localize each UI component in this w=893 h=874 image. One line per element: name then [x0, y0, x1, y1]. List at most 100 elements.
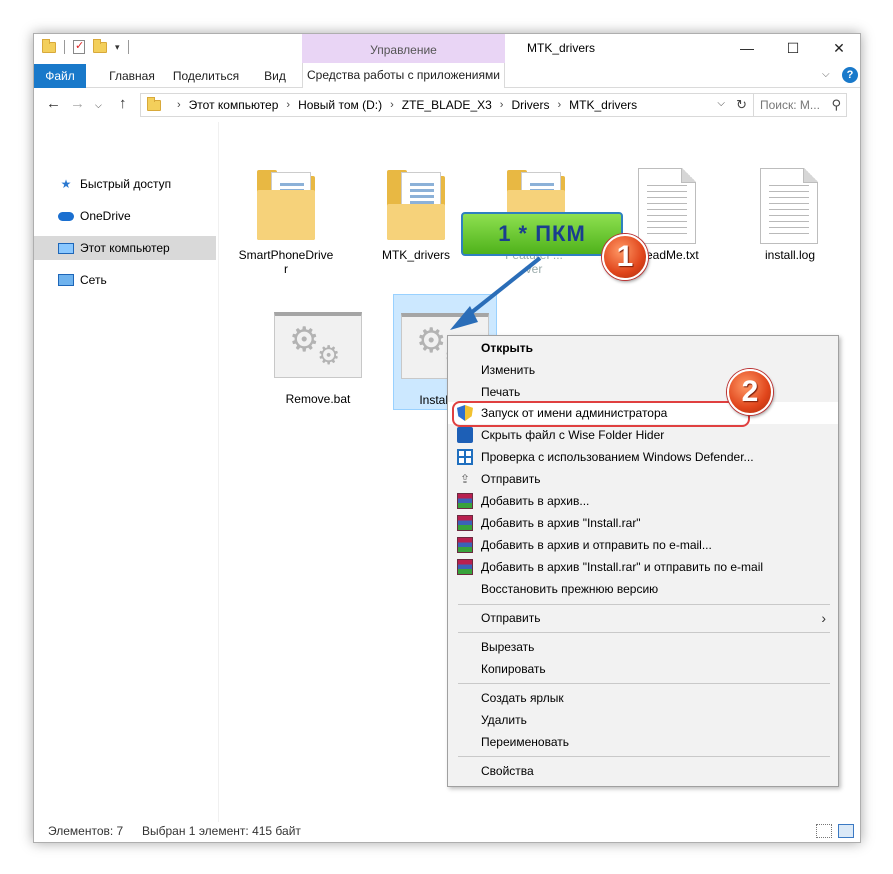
chevron-right-icon[interactable]: › [390, 99, 394, 111]
file-name: Remove.bat [285, 392, 351, 406]
file-item-folder[interactable]: MTK_drivers [368, 136, 464, 262]
up-arrow-icon[interactable]: ↑ [119, 95, 127, 112]
menu-item-restore-previous[interactable]: Восстановить прежнюю версию [448, 578, 838, 600]
file-name: MTK_drivers [381, 248, 450, 262]
menu-item-add-to-install-rar[interactable]: Добавить в архив "Install.rar" [448, 512, 838, 534]
chevron-right-icon[interactable]: › [557, 99, 561, 111]
breadcrumb-zte-blade[interactable]: ZTE_BLADE_X3 [402, 98, 492, 112]
folder-icon [257, 170, 315, 240]
menu-item-edit[interactable]: Изменить [448, 359, 838, 381]
menu-separator [458, 683, 830, 684]
log-document-icon [760, 168, 818, 244]
ribbon-tabs: Файл Главная Поделиться Вид Средства раб… [34, 63, 860, 88]
tab-share[interactable]: Поделиться [168, 64, 244, 88]
folder-icon[interactable] [42, 38, 56, 53]
menu-item-delete[interactable]: Удалить [448, 709, 838, 731]
search-box[interactable]: Поиск: M... ⚲ [753, 93, 847, 117]
menu-item-archive-and-email[interactable]: Добавить в архив и отправить по e-mail..… [448, 534, 838, 556]
gear-icon: ⚙ [289, 321, 320, 359]
search-input[interactable]: Поиск: M... [760, 98, 820, 112]
star-icon: ★ [60, 177, 72, 191]
large-icons-view-icon[interactable] [838, 824, 854, 838]
text-document-icon [638, 168, 696, 244]
menu-item-share[interactable]: ⇪ Отправить [448, 468, 838, 490]
customize-toolbar-icon[interactable]: ▾ [115, 42, 120, 53]
menu-item-create-shortcut[interactable]: Создать ярлык [448, 687, 838, 709]
winrar-icon [457, 537, 473, 553]
manage-context-tab[interactable]: Управление [302, 34, 505, 64]
breadcrumb-volume-d[interactable]: Новый том (D:) [298, 98, 382, 112]
annotation-highlight [452, 401, 750, 427]
sidebar-item-onedrive[interactable]: OneDrive [34, 204, 216, 228]
folder-icon [147, 96, 161, 111]
search-icon[interactable]: ⚲ [831, 97, 841, 113]
breadcrumb-this-pc[interactable]: Этот компьютер [189, 98, 279, 112]
menu-item-install-rar-and-email[interactable]: Добавить в архив "Install.rar" и отправи… [448, 556, 838, 578]
refresh-icon[interactable]: ↻ [736, 97, 747, 113]
window-title: MTK_drivers [527, 41, 596, 55]
navigation-pane: ★ Быстрый доступ OneDrive Этот компьютер… [34, 122, 219, 822]
tab-view[interactable]: Вид [258, 64, 292, 88]
toolbar-separator [127, 40, 129, 54]
network-icon [58, 274, 74, 286]
gear-icon: ⚙ [416, 322, 447, 360]
close-button[interactable]: ✕ [816, 34, 862, 64]
item-count: Элементов: 7 [48, 824, 124, 838]
tab-file[interactable]: Файл [34, 64, 86, 88]
menu-item-send-to[interactable]: Отправить › [448, 607, 838, 629]
menu-item-copy[interactable]: Копировать [448, 658, 838, 680]
new-folder-icon[interactable] [93, 38, 107, 53]
menu-item-rename[interactable]: Переименовать [448, 731, 838, 753]
breadcrumb-mtk-drivers[interactable]: MTK_drivers [569, 98, 637, 112]
menu-separator [458, 756, 830, 757]
maximize-button[interactable]: ☐ [770, 34, 816, 64]
file-name: install.log [764, 248, 816, 262]
winrar-icon [457, 515, 473, 531]
menu-item-add-to-archive[interactable]: Добавить в архив... [448, 490, 838, 512]
tab-app-tools[interactable]: Средства работы с приложениями [302, 63, 505, 88]
sidebar-item-label: OneDrive [80, 209, 131, 223]
minimize-button[interactable]: — [724, 34, 770, 64]
chevron-right-icon[interactable]: › [500, 99, 504, 111]
gear-icon: ⚙ [317, 340, 341, 370]
file-item-batch[interactable]: ⚙ ⚙ Remove.bat [270, 292, 366, 412]
help-icon[interactable]: ? [842, 67, 858, 83]
back-arrow-icon[interactable]: ← [46, 95, 61, 112]
winrar-icon [457, 493, 473, 509]
winrar-icon [457, 559, 473, 575]
breadcrumb-drivers[interactable]: Drivers [511, 98, 549, 112]
chevron-right-icon: › [821, 610, 826, 626]
sidebar-item-network[interactable]: Сеть [34, 268, 216, 292]
details-view-icon[interactable] [816, 824, 832, 838]
chevron-right-icon[interactable]: › [177, 99, 181, 111]
folder-icon [387, 170, 445, 240]
properties-icon[interactable] [73, 39, 85, 54]
expand-ribbon-icon[interactable]: ⌵ [822, 69, 830, 80]
tab-home[interactable]: Главная [92, 64, 172, 88]
file-item-folder[interactable]: SmartPhoneDrive r [238, 136, 334, 276]
wise-folder-hider-icon [457, 427, 473, 443]
menu-item-open[interactable]: Открыть [448, 337, 838, 359]
batch-file-icon: ⚙ ⚙ [274, 312, 362, 378]
title-bar: ▾ Управление MTK_drivers — ☐ ✕ [34, 34, 860, 64]
menu-item-cut[interactable]: Вырезать [448, 636, 838, 658]
forward-arrow-icon[interactable]: → [70, 95, 85, 112]
chevron-right-icon[interactable]: › [286, 99, 290, 111]
file-item-document[interactable]: install.log [742, 136, 838, 262]
status-bar: Элементов: 7 Выбран 1 элемент: 415 байт [34, 820, 860, 842]
sidebar-item-this-pc[interactable]: Этот компьютер [34, 236, 216, 260]
sidebar-item-quick-access[interactable]: ★ Быстрый доступ [34, 172, 216, 196]
share-icon: ⇪ [459, 472, 471, 486]
windows-defender-icon [457, 449, 473, 465]
step-badge-1: 1 [602, 234, 648, 280]
sidebar-item-label: Этот компьютер [80, 241, 170, 255]
menu-item-wise-folder-hider[interactable]: Скрыть файл с Wise Folder Hider [448, 424, 838, 446]
address-dropdown-icon[interactable]: ⌵ [717, 98, 725, 109]
navigation-bar: ← → ⌵ ↑ › Этот компьютер › Новый том (D:… [34, 89, 860, 121]
menu-item-properties[interactable]: Свойства [448, 760, 838, 782]
menu-item-print[interactable]: Печать [448, 381, 838, 403]
toolbar-separator [64, 40, 65, 54]
address-bar[interactable]: › Этот компьютер › Новый том (D:) › ZTE_… [140, 93, 754, 117]
menu-item-windows-defender[interactable]: Проверка с использованием Windows Defend… [448, 446, 838, 468]
recent-locations-icon[interactable]: ⌵ [95, 100, 102, 111]
